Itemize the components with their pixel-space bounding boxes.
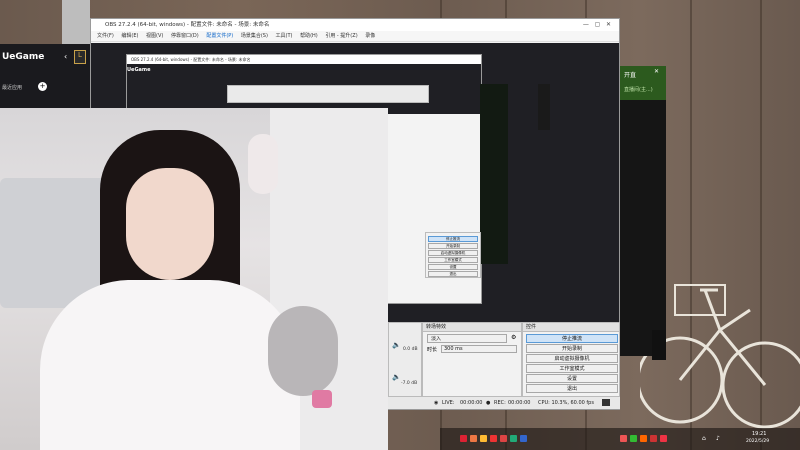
live-panel-title: 开直 [624,72,637,79]
tray-app-icon[interactable] [660,435,667,442]
transitions-header: 转场特效 [423,323,521,332]
microphone-tag [312,390,332,408]
live-panel-close-icon[interactable]: ✕ [654,68,659,75]
stop-streaming-button[interactable]: 停止推流 [526,334,618,343]
menu-edit[interactable]: 编辑(E) [121,33,138,39]
speaker-muted-icon[interactable]: 🔈 [392,341,401,349]
nested-exit: 退出 [428,271,478,277]
tray-app-icon[interactable] [630,435,637,442]
obs-titlebar: OBS 27.2.4 (64-bit, windows) - 配置文件: 未命名… [91,19,619,31]
window-controls[interactable]: — ▢ ✕ [583,21,611,28]
tray-app-icon[interactable] [470,435,477,442]
tray-app-icon[interactable] [640,435,647,442]
start-recording-button[interactable]: 开始录制 [526,344,618,353]
back-icon[interactable]: ‹ [64,52,74,62]
tray-app-icon[interactable] [480,435,487,442]
duration-input[interactable]: 300 ms [441,345,517,353]
tray-app-icon[interactable] [620,435,627,442]
live-panel-item[interactable]: 直播间(主...) [624,86,653,93]
nested-stop-stream: 停止推流 [428,236,478,242]
audio-mixer[interactable]: 🔈 0.0 dB 🔈 -7.0 dB [388,322,422,402]
menu-profile[interactable]: 配置文件(P) [206,33,233,39]
add-icon[interactable]: + [38,82,47,91]
virtual-camera-button[interactable]: 启动虚拟摄像机 [526,354,618,363]
tray-app-icon[interactable] [490,435,497,442]
panel-scroll [652,330,666,360]
obs-nested-title: OBS 27.2.4 (64-bit, windows) - 配置文件: 未命名… [127,55,481,64]
nested-panel-strip [480,84,508,264]
rec-icon: ● [486,400,491,406]
nested-controls: 停止推流 开始录制 启动虚拟摄像机 工作室模式 设置 退出 [425,232,481,278]
exit-button[interactable]: 退出 [526,384,618,393]
plush-bunny [248,134,278,194]
stream-health-icon [602,399,610,406]
rec-label: REC: [494,400,506,406]
tray-app-icon[interactable] [460,435,467,442]
mixer-level-1: 0.0 dB [403,347,418,352]
uegame-title: UeGame [2,52,45,62]
menu-help[interactable]: 帮助(H) [300,33,318,39]
person-shirt [40,280,300,450]
menu-upgrade[interactable]: 引用 - 提升(Z) [325,33,357,39]
nested-inner-window [227,85,429,103]
nested-settings: 设置 [428,264,478,270]
cpu-fps: CPU: 10.3%, 60.00 fps [538,400,594,406]
live-assistant-panel[interactable]: 开直 直播间(主...) ✕ [620,66,666,356]
transitions-panel: 转场特效 淡入 ⚙ 时长 300 ms [422,322,522,402]
duration-label: 时长 [427,347,438,353]
taskbar-time: 19:21 [752,431,767,437]
transition-select[interactable]: 淡入 [427,334,507,343]
nested-studio-mode: 工作室模式 [428,257,478,263]
obs-menubar: 文件(F) 编辑(E) 视图(V) 停靠窗口(D) 配置文件(P) 场景集合(S… [91,31,619,42]
nested-panel-strip-2 [538,84,550,130]
volume-icon[interactable]: ♪ [716,435,720,442]
window-strip [62,0,90,44]
rec-time: 00:00:00 [508,400,531,406]
nested-uegame-label: UeGame [127,67,151,73]
transition-settings-icon[interactable]: ⚙ [511,334,516,341]
uegame-menu-label[interactable]: 最近应用 [2,84,22,91]
studio-mode-button[interactable]: 工作室模式 [526,364,618,373]
nested-start-record: 开始录制 [428,243,478,249]
lol-icon[interactable]: L [74,50,86,64]
tray-app-icon[interactable] [500,435,507,442]
obs-status-bar: ◉ LIVE: 00:00:00 ● REC: 00:00:00 CPU: 10… [388,396,620,409]
menu-docks[interactable]: 停靠窗口(D) [171,33,199,39]
controls-header: 控件 [523,323,619,332]
nested-virtual-cam: 启动虚拟摄像机 [428,250,478,256]
taskbar-date: 2022/5/29 [746,439,770,444]
menu-view[interactable]: 视图(V) [146,33,163,39]
obs-window-title: OBS 27.2.4 (64-bit, windows) - 配置文件: 未命名… [105,22,270,28]
live-icon: ◉ [434,400,439,406]
tray-app-icon[interactable] [520,435,527,442]
network-icon[interactable]: ⌂ [702,435,706,442]
mixer-level-2: -7.0 dB [401,381,418,386]
menu-tools[interactable]: 工具(T) [276,33,293,39]
menu-record[interactable]: 录像 [365,33,375,39]
microphone-windscreen [268,306,338,396]
tray-app-icon[interactable] [510,435,517,442]
menu-scene-collection[interactable]: 场景集合(S) [241,33,268,39]
live-time: 00:00:00 [460,400,483,406]
tray-app-icon[interactable] [650,435,657,442]
settings-button[interactable]: 设置 [526,374,618,383]
live-label: LIVE: [442,400,455,406]
webcam-overlay [0,108,388,450]
menu-file[interactable]: 文件(F) [97,33,114,39]
taskbar: ⌂ ♪ 19:21 2022/5/29 [440,428,800,450]
mic-muted-icon[interactable]: 🔈 [392,373,401,381]
controls-panel: 控件 停止推流 开始录制 启动虚拟摄像机 工作室模式 设置 退出 [522,322,620,402]
person-face [126,168,214,280]
